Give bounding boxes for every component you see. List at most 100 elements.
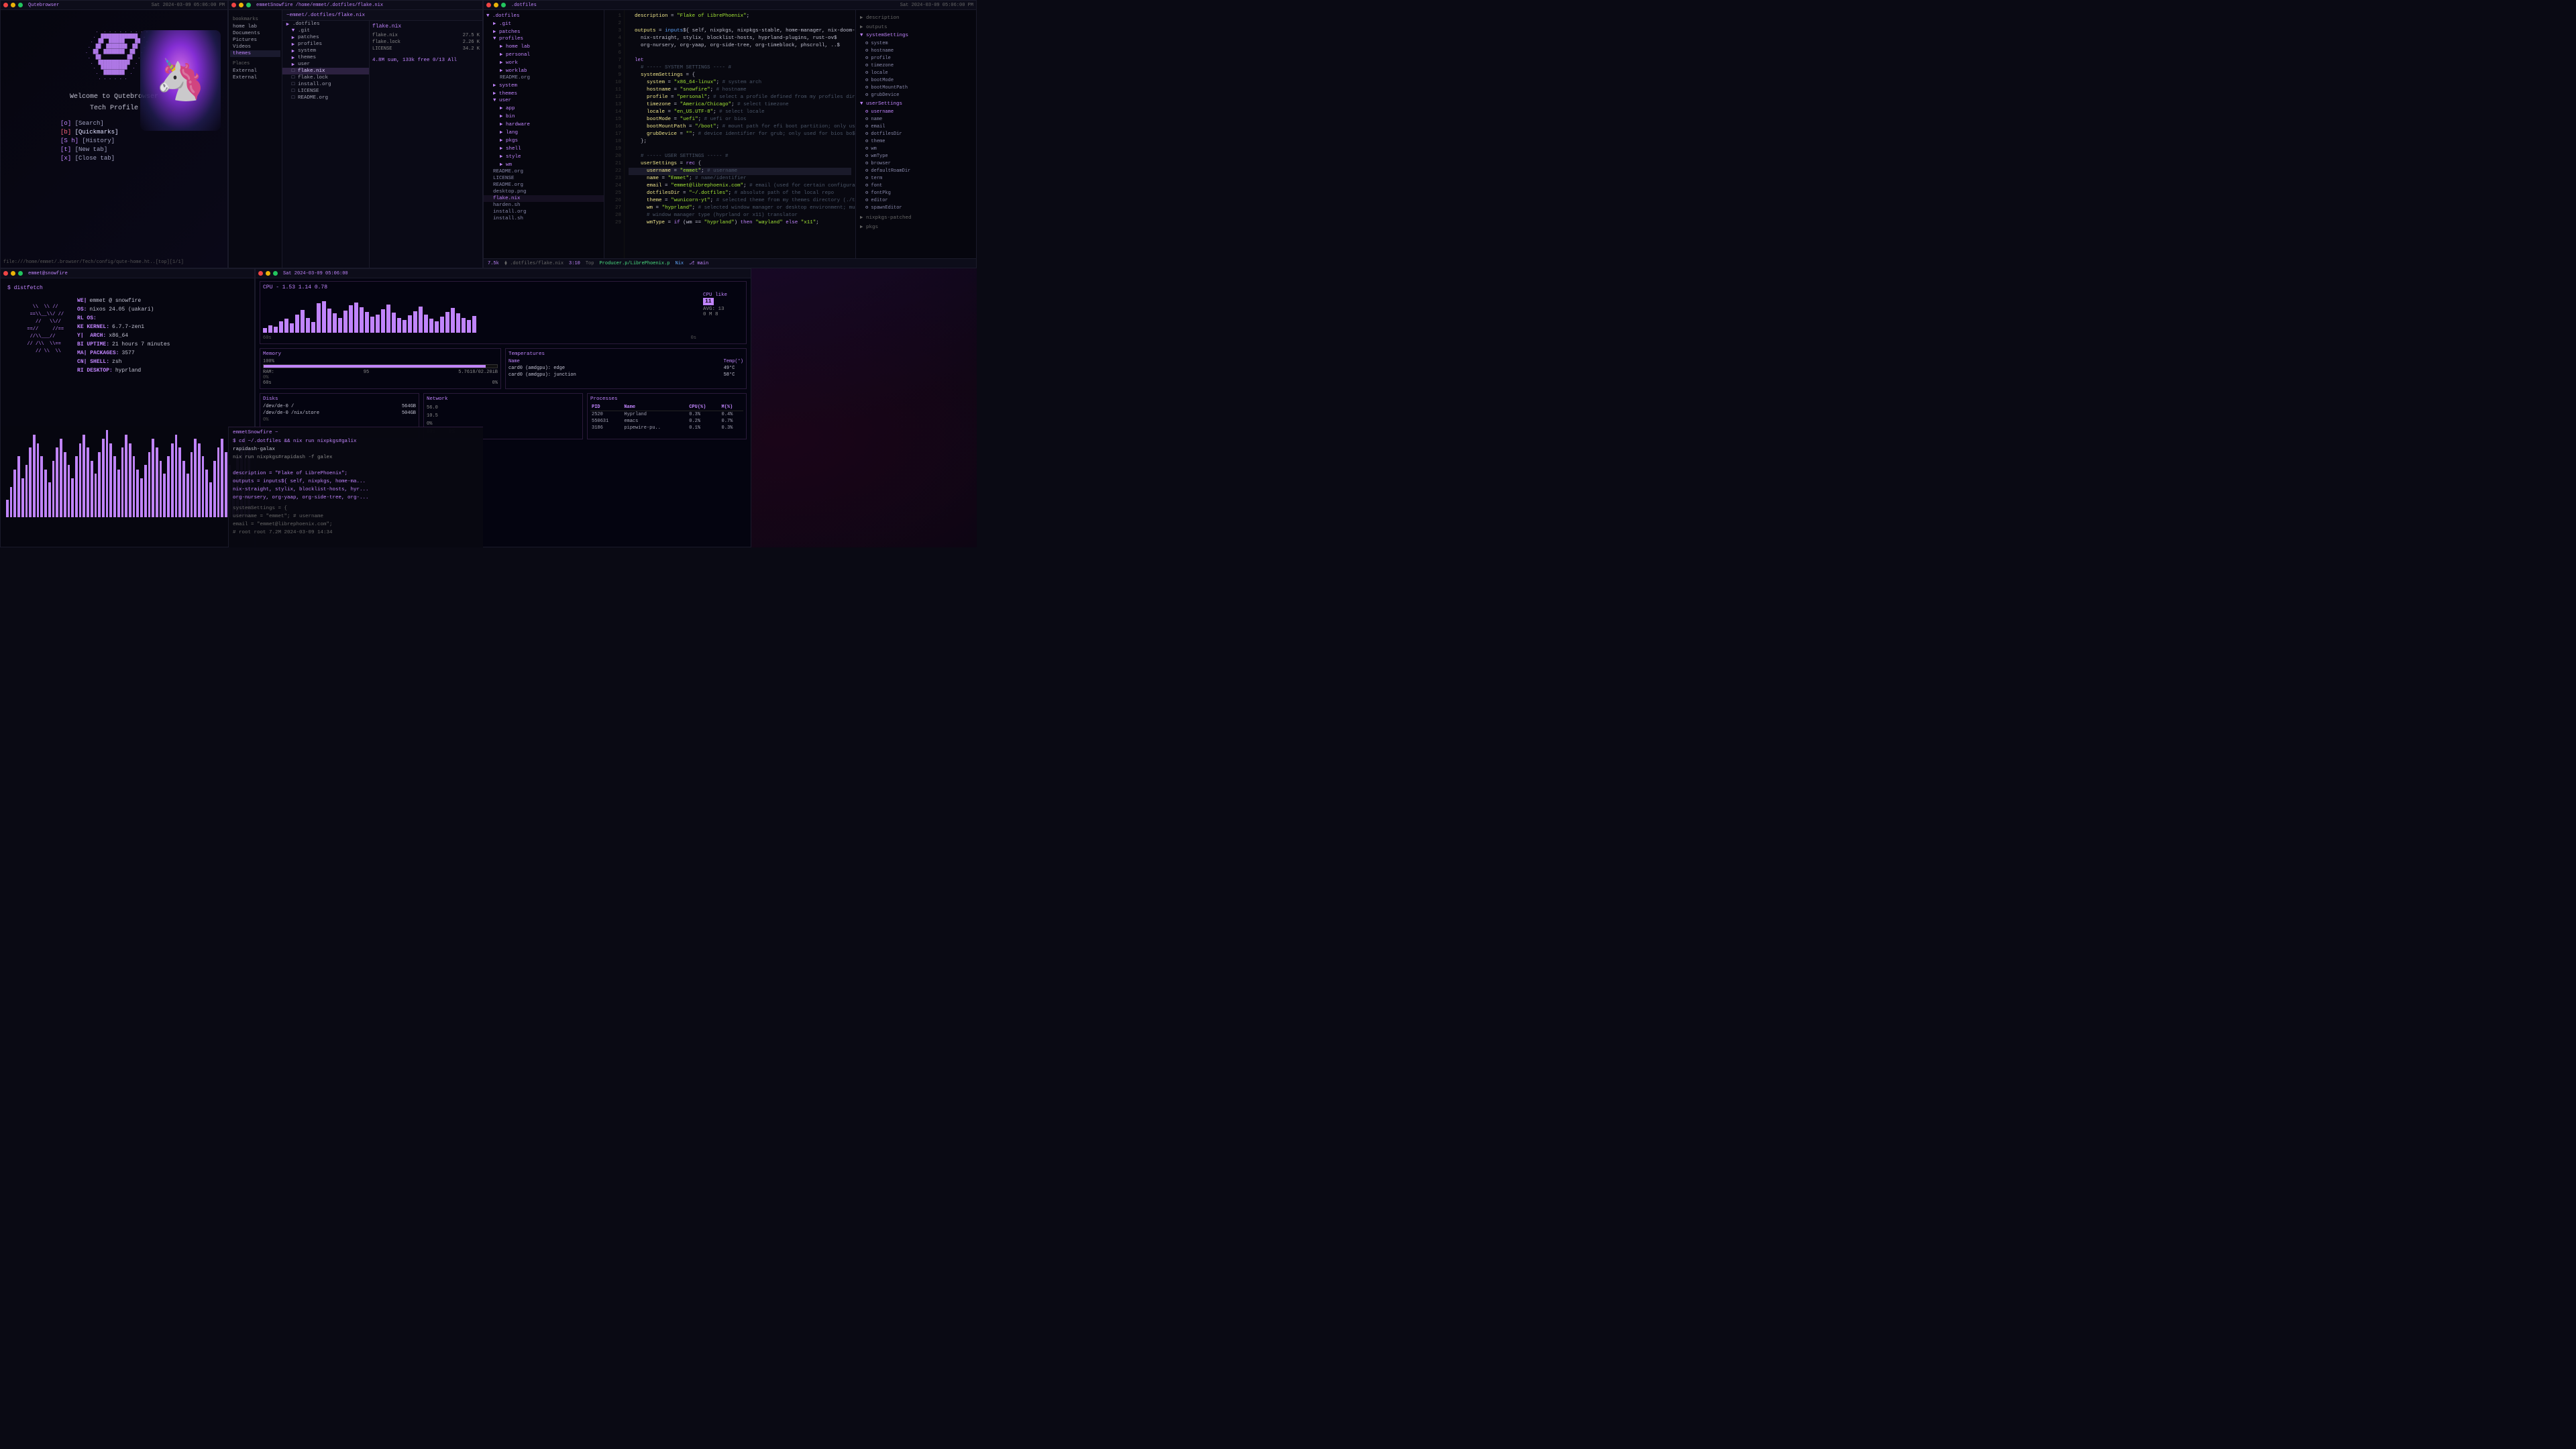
fm-item-git[interactable]: ▼ .git (282, 28, 369, 34)
qb-menu-newtab[interactable]: [t] [New tab] (60, 146, 168, 153)
rp-name: ⚙ name (856, 115, 976, 123)
htop-max-dot[interactable] (273, 271, 278, 276)
proc-mem-1: 0.4% (720, 411, 743, 419)
tree-flakenix[interactable]: flake.nix (484, 195, 604, 202)
tree-homelab[interactable]: ▶ home lab (484, 42, 604, 50)
fm-item-license[interactable]: □ LICENSE (282, 88, 369, 95)
cpu-bar-item (435, 321, 439, 333)
fm-sidebar-videos[interactable]: Videos (230, 44, 280, 50)
neo-max-dot[interactable] (18, 271, 23, 276)
tree-installsh[interactable]: install.sh (484, 215, 604, 222)
tree-hardware[interactable]: ▶ hardware (484, 120, 604, 128)
tree-root[interactable]: ▼ .dotfiles (484, 13, 604, 19)
code-line-9: systemSettings = { (629, 72, 851, 79)
htop-close-dot[interactable] (258, 271, 263, 276)
cpu-bar-item (467, 320, 471, 333)
tree-pkgs[interactable]: ▶ pkgs (484, 136, 604, 144)
max-dot[interactable] (18, 3, 23, 7)
tree-license[interactable]: LICENSE (484, 175, 604, 182)
tree-personal[interactable]: ▶ personal (484, 50, 604, 58)
tree-readme2[interactable]: README.org (484, 182, 604, 189)
viz-bar-item (225, 452, 227, 518)
fm-item-readme[interactable]: □ README.org (282, 95, 369, 101)
viz-bar-item (87, 447, 89, 517)
tree-git[interactable]: ▶ .git (484, 19, 604, 28)
editor-code-area: 12345 678910 1112131415 1617181920 21222… (604, 10, 855, 258)
fm-sidebar-external1[interactable]: External (230, 68, 280, 74)
qb-key-newtab: [t] (60, 146, 71, 153)
tree-themes-dir[interactable]: ▶ themes (484, 89, 604, 97)
fm-topbar: emmetSnowfire /home/emmet/.dotfiles/flak… (229, 1, 482, 10)
fm-sidebar-documents[interactable]: Documents (230, 30, 280, 37)
fm-size-lock: flake.lock 2.26 K (372, 39, 480, 46)
tree-work[interactable]: ▶ work (484, 58, 604, 66)
fm-sidebar-external2[interactable]: External (230, 74, 280, 81)
qb-topbar: Qutebrowser Sat 2024-03-09 05:06:00 PM (1, 1, 227, 10)
cpu-bar-item (429, 319, 433, 333)
proc-pid-3: 3186 (590, 425, 623, 431)
viz-bar-item (217, 447, 220, 517)
fm-sidebar-homelab[interactable]: home lab (230, 23, 280, 30)
fm-item-system[interactable]: ▶ system (282, 48, 369, 54)
tree-bin[interactable]: ▶ bin (484, 112, 604, 120)
rp-term: ⚙ term (856, 174, 976, 182)
editor-close-dot[interactable] (486, 3, 491, 7)
fm-item-installog[interactable]: □ install.org (282, 81, 369, 88)
tree-style[interactable]: ▶ style (484, 152, 604, 160)
viz-bar-item (133, 456, 136, 517)
htop-lower-panels: Memory 100% RAM: 95 5.7618/02.20iB 0% 60… (260, 348, 747, 389)
proc-pid-2: 550631 (590, 418, 623, 425)
neo-min-dot[interactable] (11, 271, 15, 276)
fm-max-dot[interactable] (246, 3, 251, 7)
fm-sidebar-pictures[interactable]: Pictures (230, 37, 280, 44)
fm-item-themes-folder[interactable]: ▶ themes (282, 54, 369, 61)
editor-max-dot[interactable] (501, 3, 506, 7)
fm-close-dot[interactable] (231, 3, 236, 7)
tree-worklab[interactable]: ▶ worklab (484, 66, 604, 74)
memory-bar-fill (264, 365, 486, 368)
viz-bar-item (175, 435, 178, 518)
fm-sidebar-themes[interactable]: themes (230, 50, 280, 57)
close-dot[interactable] (3, 3, 8, 7)
neo-pkg-label: MA| PACKAGES: (77, 349, 119, 358)
folder-icon-themes: ▶ (290, 55, 296, 60)
tree-profiles[interactable]: ▼ profiles (484, 36, 604, 42)
fm-item-profiles[interactable]: ▶ profiles (282, 41, 369, 48)
tree-system[interactable]: ▶ system (484, 81, 604, 89)
file-icon-license: □ (290, 89, 296, 94)
tree-wm[interactable]: ▶ wm (484, 160, 604, 168)
tree-app[interactable]: ▶ app (484, 104, 604, 112)
viz-bar-item (71, 478, 74, 518)
qb-menu-closetab[interactable]: [x] [Close tab] (60, 155, 168, 162)
htop-min-dot[interactable] (266, 271, 270, 276)
fm-item-dotfiles[interactable]: ▶ .dotfiles (282, 21, 369, 28)
qb-menu-history[interactable]: [S h] [History] (60, 138, 168, 144)
neo-close-dot[interactable] (3, 271, 8, 276)
tree-readme-profiles[interactable]: README.org (484, 74, 604, 81)
editor-min-dot[interactable] (494, 3, 498, 7)
qb-profile: Tech Profile (90, 105, 138, 112)
cpu-bar-item (419, 307, 423, 333)
viz-bar-item (140, 478, 143, 518)
tree-readme-root[interactable]: README.org (484, 168, 604, 175)
neo-arch-label: Y| ARCH: (77, 331, 106, 340)
cpu-bar-item (268, 325, 272, 333)
fm-min-dot[interactable] (239, 3, 244, 7)
tree-patches[interactable]: ▶ patches (484, 28, 604, 36)
neo-arch-value: x86_64 (109, 331, 128, 340)
tree-hardensh[interactable]: harden.sh (484, 202, 604, 209)
tree-user[interactable]: ▼ user (484, 97, 604, 104)
tree-lang[interactable]: ▶ lang (484, 128, 604, 136)
fm-bookmarks-label: bookmarks (230, 15, 280, 23)
code-line-5: org-nursery, org-yaap, org-side-tree, or… (629, 42, 851, 50)
tree-desktop-png[interactable]: desktop.png (484, 189, 604, 195)
fm-item-user[interactable]: ▶ user (282, 61, 369, 68)
cpu-bar-item (365, 312, 369, 333)
tree-installorg[interactable]: install.org (484, 209, 604, 215)
fm-item-patches[interactable]: ▶ patches (282, 34, 369, 41)
fm-item-flakenix[interactable]: □ flake.nix (282, 68, 369, 74)
min-dot[interactable] (11, 3, 15, 7)
cpu-bar-item (408, 315, 412, 333)
tree-shell[interactable]: ▶ shell (484, 144, 604, 152)
fm-item-flakelock[interactable]: □ flake.lock (282, 74, 369, 81)
